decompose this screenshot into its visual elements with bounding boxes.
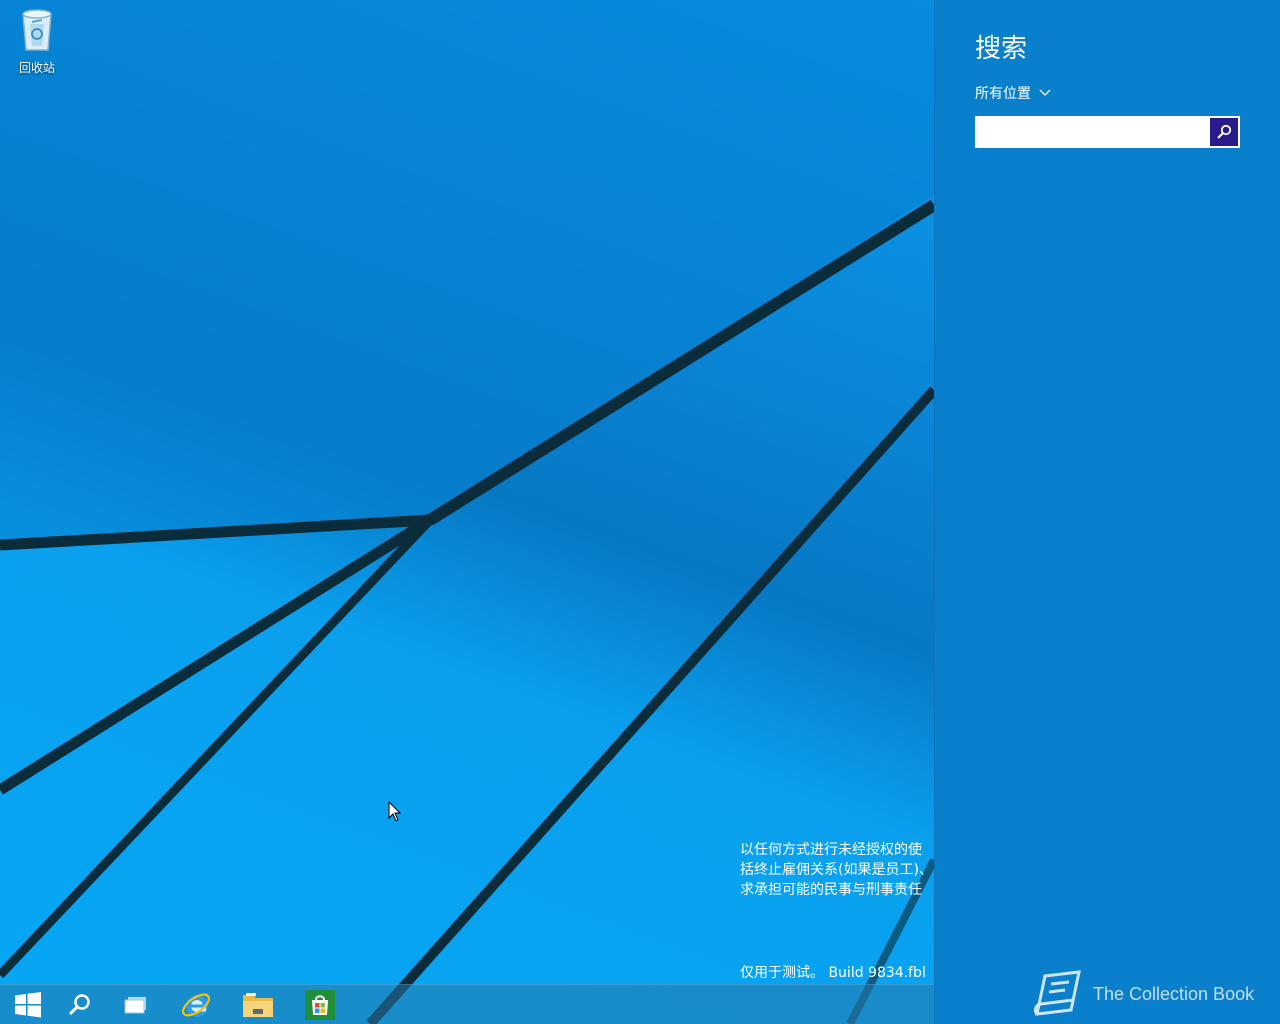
task-view-button[interactable]	[108, 985, 164, 1024]
search-input[interactable]	[976, 117, 1210, 147]
brand-watermark: The Collection Book	[1031, 970, 1254, 1018]
windows-start-icon	[15, 992, 41, 1018]
search-icon	[68, 994, 90, 1016]
taskbar-file-explorer[interactable]	[230, 985, 286, 1024]
taskbar-internet-explorer[interactable]	[168, 985, 224, 1024]
watermark-line: 以任何方式进行未经授权的使	[740, 842, 922, 858]
internet-explorer-icon	[181, 993, 211, 1017]
store-icon	[305, 990, 335, 1020]
watermark-line: 括终止雇佣关系(如果是员工)、	[740, 862, 933, 878]
search-box	[975, 116, 1240, 148]
taskbar	[0, 984, 934, 1024]
pane-title: 搜索	[975, 34, 1028, 64]
watermark-line: 求承担可能的民事与刑事责任	[740, 882, 922, 898]
search-submit-button[interactable]	[1210, 118, 1238, 146]
license-watermark: 以任何方式进行未经授权的使 括终止雇佣关系(如果是员工)、 求承担可能的民事与刑…	[740, 840, 934, 900]
build-info: 仅用于测试。 Build 9834.fbl	[740, 965, 926, 981]
chevron-down-icon	[1039, 89, 1051, 96]
task-view-icon	[124, 997, 146, 1014]
search-scope-label: 所有位置	[975, 86, 1031, 102]
recycle-bin-icon	[22, 9, 52, 51]
screen: 回收站 以任何方式进行未经授权的使 括终止雇佣关系(如果是员工)、 求承担可能的…	[0, 0, 1280, 1024]
book-icon	[1033, 970, 1081, 1016]
desktop[interactable]: 回收站 以任何方式进行未经授权的使 括终止雇佣关系(如果是员工)、 求承担可能的…	[0, 0, 934, 1024]
desktop-icon-recycle-bin[interactable]: 回收站	[8, 6, 66, 76]
mouse-cursor-icon	[388, 801, 402, 822]
brand-text: The Collection Book	[1093, 983, 1255, 1004]
magnifier-icon	[1217, 124, 1232, 139]
start-button[interactable]	[0, 985, 56, 1024]
taskbar-store[interactable]	[292, 985, 348, 1024]
taskbar-search-button[interactable]	[52, 985, 108, 1024]
search-scope-dropdown[interactable]: 所有位置	[975, 83, 1051, 103]
desktop-icon-label: 回收站	[18, 61, 55, 75]
search-pane: 搜索 所有位置 The Collection Book	[934, 0, 1280, 1024]
file-explorer-icon	[243, 993, 273, 1017]
